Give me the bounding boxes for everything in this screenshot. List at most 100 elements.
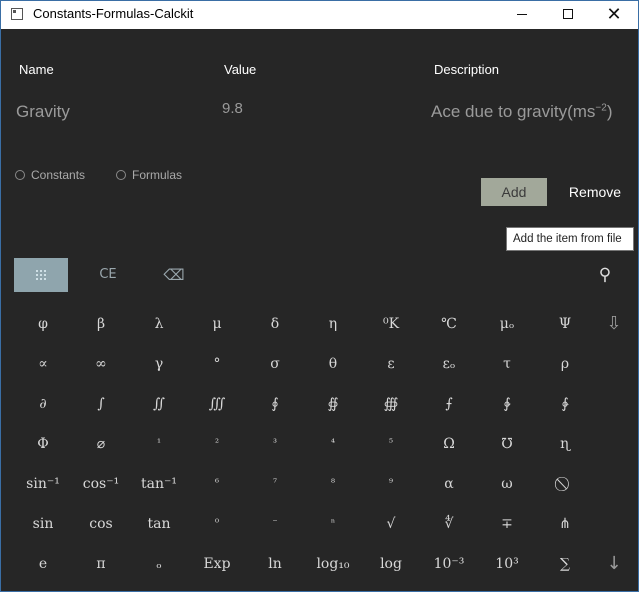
- key-r5-c9[interactable]: ⋔: [536, 504, 594, 544]
- backspace-button[interactable]: ⌫: [147, 258, 201, 292]
- key-r4-c1[interactable]: cos⁻¹: [72, 464, 130, 504]
- key-r6-c8[interactable]: 10³: [478, 544, 536, 584]
- key-r4-c6[interactable]: ⁹: [362, 464, 420, 504]
- key-r5-c0[interactable]: sin: [14, 504, 72, 544]
- key-r3-c9[interactable]: ɳ: [536, 424, 594, 464]
- key-r1-c3[interactable]: °: [188, 344, 246, 384]
- key-r6-c5[interactable]: log₁₀: [304, 544, 362, 584]
- key-r6-c2[interactable]: ₒ: [130, 544, 188, 584]
- key-r2-c1[interactable]: ∫: [72, 384, 130, 424]
- search-button[interactable]: ⚲: [587, 258, 623, 292]
- key-r5-c3[interactable]: ⁰: [188, 504, 246, 544]
- name-header: Name: [19, 62, 54, 77]
- key-r0-c3[interactable]: μ: [188, 304, 246, 344]
- key-r1-c1[interactable]: ∞: [72, 344, 130, 384]
- window-title: Constants-Formulas-Calckit: [33, 6, 194, 21]
- key-r0-c5[interactable]: η: [304, 304, 362, 344]
- formulas-radio[interactable]: Formulas: [116, 168, 182, 182]
- key-r2-c5[interactable]: ∯: [304, 384, 362, 424]
- keypad-toggle-button[interactable]: [14, 258, 68, 292]
- key-r3-c5[interactable]: ⁴: [304, 424, 362, 464]
- description-header: Description: [434, 62, 500, 77]
- description-close: ): [606, 102, 613, 121]
- close-button[interactable]: ✕: [591, 1, 637, 29]
- key-r6-c6[interactable]: log: [362, 544, 420, 584]
- key-r6-c3[interactable]: Exp: [188, 544, 246, 584]
- minimize-button[interactable]: [499, 1, 545, 29]
- key-r3-c0[interactable]: Φ: [14, 424, 72, 464]
- key-r2-c7[interactable]: ⨍: [420, 384, 478, 424]
- radio-circle-icon: [15, 170, 25, 180]
- key-r2-c6[interactable]: ∰: [362, 384, 420, 424]
- key-r4-c9[interactable]: ⃠: [536, 464, 594, 504]
- name-field[interactable]: Gravity: [16, 102, 70, 122]
- description-field[interactable]: Ace due to gravity(ms−2): [431, 102, 612, 122]
- key-r3-c4[interactable]: ³: [246, 424, 304, 464]
- key-r3-c7[interactable]: Ω: [420, 424, 478, 464]
- key-r3-c2[interactable]: ¹: [130, 424, 188, 464]
- key-r2-c9[interactable]: ∳: [536, 384, 594, 424]
- key-r4-c8[interactable]: ω: [478, 464, 536, 504]
- key-r5-c4[interactable]: ⁻: [246, 504, 304, 544]
- key-r1-c0[interactable]: ∝: [14, 344, 72, 384]
- maximize-icon: [563, 9, 573, 19]
- key-r4-c0[interactable]: sin⁻¹: [14, 464, 72, 504]
- key-r0-c10[interactable]: ⇩: [585, 304, 638, 344]
- key-r3-c3[interactable]: ²: [188, 424, 246, 464]
- add-tooltip: Add the item from file: [506, 227, 634, 251]
- key-r1-c8[interactable]: τ: [478, 344, 536, 384]
- key-r1-c2[interactable]: γ: [130, 344, 188, 384]
- key-r1-c7[interactable]: εₒ: [420, 344, 478, 384]
- key-r5-c7[interactable]: ∜: [420, 504, 478, 544]
- formulas-radio-label: Formulas: [132, 168, 183, 182]
- key-r3-c1[interactable]: ⌀: [72, 424, 130, 464]
- key-r2-c8[interactable]: ∲: [478, 384, 536, 424]
- maximize-button[interactable]: [545, 1, 591, 29]
- value-field[interactable]: 9.8: [222, 100, 243, 117]
- key-r5-c6[interactable]: √: [362, 504, 420, 544]
- key-r3-c8[interactable]: ℧: [478, 424, 536, 464]
- key-r5-c2[interactable]: tan: [130, 504, 188, 544]
- key-r0-c1[interactable]: β: [72, 304, 130, 344]
- key-r6-c1[interactable]: π: [72, 544, 130, 584]
- app-window: Constants-Formulas-Calckit ✕ Name Value …: [0, 0, 639, 592]
- key-r4-c7[interactable]: α: [420, 464, 478, 504]
- key-r6-c0[interactable]: e: [14, 544, 72, 584]
- key-r6-c7[interactable]: 10⁻³: [420, 544, 478, 584]
- key-r0-c4[interactable]: δ: [246, 304, 304, 344]
- key-r1-c5[interactable]: θ: [304, 344, 362, 384]
- clear-entry-button[interactable]: CE: [81, 258, 135, 292]
- value-header: Value: [224, 62, 257, 77]
- key-r4-c3[interactable]: ⁶: [188, 464, 246, 504]
- key-r1-c6[interactable]: ε: [362, 344, 420, 384]
- key-r5-c1[interactable]: cos: [72, 504, 130, 544]
- key-r3-c6[interactable]: ⁵: [362, 424, 420, 464]
- title-bar[interactable]: Constants-Formulas-Calckit ✕: [1, 1, 638, 29]
- remove-button[interactable]: Remove: [558, 178, 632, 206]
- key-r6-c4[interactable]: ln: [246, 544, 304, 584]
- key-r2-c2[interactable]: ∬: [130, 384, 188, 424]
- key-r6-c10[interactable]: ↓: [585, 544, 638, 584]
- key-r0-c8[interactable]: μₒ: [478, 304, 536, 344]
- key-r4-c4[interactable]: ⁷: [246, 464, 304, 504]
- key-r4-c2[interactable]: tan⁻¹: [130, 464, 188, 504]
- add-button[interactable]: Add: [481, 178, 547, 206]
- minimize-icon: [517, 14, 527, 15]
- key-r0-c6[interactable]: ⁰K: [362, 304, 420, 344]
- radio-circle-icon: [116, 170, 126, 180]
- key-r0-c2[interactable]: λ: [130, 304, 188, 344]
- key-r1-c9[interactable]: ρ: [536, 344, 594, 384]
- key-r5-c8[interactable]: ∓: [478, 504, 536, 544]
- search-icon: ⚲: [598, 265, 612, 285]
- key-r2-c3[interactable]: ∭: [188, 384, 246, 424]
- key-r2-c0[interactable]: ∂: [14, 384, 72, 424]
- key-r5-c5[interactable]: ⁿ: [304, 504, 362, 544]
- constants-radio[interactable]: Constants: [15, 168, 85, 182]
- key-r0-c0[interactable]: φ: [14, 304, 72, 344]
- description-text: Ace due to gravity(ms: [431, 102, 596, 121]
- key-r4-c5[interactable]: ⁸: [304, 464, 362, 504]
- description-exponent: −2: [595, 102, 607, 114]
- key-r0-c7[interactable]: ℃: [420, 304, 478, 344]
- key-r2-c4[interactable]: ∮: [246, 384, 304, 424]
- key-r1-c4[interactable]: σ: [246, 344, 304, 384]
